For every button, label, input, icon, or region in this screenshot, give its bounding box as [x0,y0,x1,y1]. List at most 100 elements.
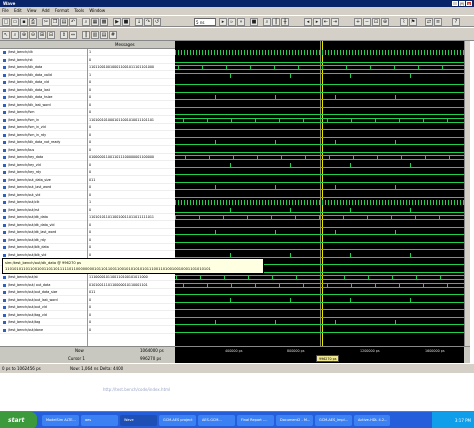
undo-icon[interactable]: ↶ [69,18,77,26]
menu-view[interactable]: View [27,8,37,13]
signal-name-row[interactable]: /test_bench/out/dk_last_word [0,229,87,236]
menu-file[interactable]: File [2,8,9,13]
close-button[interactable]: × [466,1,472,7]
signal-name-row[interactable]: /test_bench/out/tag_vld [0,312,87,319]
task-final-report[interactable]: Final Report -... [237,415,274,426]
signal-name-row[interactable]: /test_bench/blk_data_last [0,87,87,94]
signal-name-row[interactable]: /test_bench/rst [0,57,87,64]
find-icon[interactable]: ⌕ [82,18,90,26]
signal-name-row[interactable]: /test_bench/fsm_in_vld [0,124,87,131]
signal-name-row[interactable]: /test_bench/blk_data_vld [0,79,87,86]
print-icon[interactable]: ⎙ [29,18,37,26]
signal-name-row[interactable]: /test_bench/out/clk [0,199,87,206]
signal-name-row[interactable]: /test_bench/out/done [0,327,87,334]
task-wave[interactable]: Wave [120,415,157,426]
vertical-scrollbar[interactable] [464,41,470,363]
signal-name-row[interactable]: /test_bench/key_vld [0,162,87,169]
zoom-in-wave-icon[interactable]: ⊕ [20,31,28,39]
task-gcm-aes-impl[interactable]: GCM-AES_Impl... [315,415,352,426]
zoom-in-icon[interactable]: + [354,18,362,26]
prev-edge-icon[interactable]: ◂ [304,18,312,26]
task-gcm-aes-project[interactable]: GCM-AES project [159,415,196,426]
zoom-full-icon[interactable]: ⊡ [372,18,380,26]
dataflow-icon[interactable]: ⇄ [425,18,433,26]
signal-name-row[interactable]: /test_bench/out_last_word [0,184,87,191]
signal-name-row[interactable]: /test_bench/fsm_in_rdy [0,132,87,139]
group-icon[interactable]: ▥ [91,31,99,39]
task-active-hdl[interactable]: Active-HDL 4.2... [354,415,390,426]
task-aes-gcm[interactable]: AES-GCM... [198,415,235,426]
compile-icon[interactable]: ▦ [91,18,99,26]
signal-name-row[interactable]: /test_bench/key_data [0,154,87,161]
stop-icon[interactable]: ■ [250,18,258,26]
divider-icon[interactable]: ┃ [82,31,90,39]
compile-all-icon[interactable]: ▩ [100,18,108,26]
expand-icon[interactable]: ⇕ [60,31,68,39]
waveform-pane[interactable] [175,41,464,363]
paste-icon[interactable]: ▤ [60,18,68,26]
start-button[interactable]: start [0,412,37,428]
task-aes[interactable]: aes [81,415,118,426]
menu-add[interactable]: Add [42,8,50,13]
continue-icon[interactable]: ▹ [228,18,236,26]
signal-name-row[interactable]: /test_bench/blk_data_valid [0,72,87,79]
signal-name-row[interactable]: /test_bench/out/tag [0,319,87,326]
menu-window[interactable]: Window [89,8,105,13]
collapse-icon[interactable]: ⇔ [69,31,77,39]
copy-icon[interactable]: ❐ [51,18,59,26]
signal-name-row[interactable]: /test_bench/blk_data_hsize [0,94,87,101]
signal-name-row[interactable]: /test_bench/blk_data [0,64,87,71]
signal-name-row[interactable]: /test_bench/out/ out_data [0,282,87,289]
signal-name-row[interactable]: /test_bench/out/dk_data_vld [0,222,87,229]
break-icon[interactable]: ■ [122,18,130,26]
simulate-icon[interactable]: ▶ [113,18,121,26]
signal-name-row[interactable]: /test_bench/out/dk_data [0,214,87,221]
signal-name-row[interactable]: /test_bench/key_rdy [0,169,87,176]
save-icon[interactable]: ▪ [20,18,28,26]
help-icon[interactable]: ? [452,18,460,26]
zoom-cursor-icon[interactable]: ⊕ [381,18,389,26]
menu-tools[interactable]: Tools [74,8,84,13]
signal-name-row[interactable]: /test_bench/blk_last_word [0,102,87,109]
wave-format-icon[interactable]: ⌇ [400,18,408,26]
signal-name-row[interactable]: /test_bench/fsm_in [0,117,87,124]
minimize-button[interactable]: _ [452,1,458,7]
list-icon[interactable]: ≡ [434,18,442,26]
run-icon[interactable]: ▸ [219,18,227,26]
zoom-mode-icon[interactable]: ⌕ [11,31,19,39]
prev-transition-icon[interactable]: ⇤ [322,18,330,26]
cursor-time-flag[interactable]: 996270 ps [316,355,340,362]
signal-name-row[interactable]: /test_bench/out/rst [0,207,87,214]
signal-name-row[interactable]: /test_bench/out_vld [0,192,87,199]
step-icon[interactable]: ↓ [135,18,143,26]
maximize-button[interactable]: □ [459,1,465,7]
next-edge-icon[interactable]: ▸ [313,18,321,26]
run-length-input[interactable]: 5 ns [194,18,216,26]
zoom-out-icon[interactable]: − [363,18,371,26]
next-transition-icon[interactable]: ⇥ [331,18,339,26]
signal-name-row[interactable]: /test_bench/bus [0,147,87,154]
cut-icon[interactable]: ✂ [42,18,50,26]
signal-name-row[interactable]: /test_bench/fsm [0,109,87,116]
step-over-icon[interactable]: ↷ [144,18,152,26]
signal-name-row[interactable]: /test_bench/out/st [0,274,87,281]
new-file-icon[interactable]: □ [2,18,10,26]
open-folder-icon[interactable]: ▭ [11,18,19,26]
run-all-icon[interactable]: » [237,18,245,26]
signal-name-row[interactable]: /test_bench/out/out_last_word [0,297,87,304]
menu-format[interactable]: Format [55,8,69,13]
signal-name-row[interactable]: /test_bench/out_data_size [0,177,87,184]
signal-name-row[interactable]: /test_bench/out/blk_data [0,244,87,251]
find-wave-icon[interactable]: ⌕ [263,18,271,26]
task-modelsim[interactable]: ModelSim ALTE... [42,415,79,426]
task-document2[interactable]: Document2 - M... [276,415,313,426]
signal-name-row[interactable]: /test_bench/out/dk_rdy [0,237,87,244]
zoom-out-wave-icon[interactable]: ⊖ [29,31,37,39]
signal-name-row[interactable]: /test_bench/out/out_vld [0,304,87,311]
delete-cursor-icon[interactable]: ╂ [281,18,289,26]
signal-name-row[interactable]: /test_bench/blk_data_not_ready [0,139,87,146]
select-mode-icon[interactable]: ↖ [2,31,10,39]
zoom-last-icon[interactable]: ⊟ [47,31,55,39]
properties-icon[interactable]: ▤ [100,31,108,39]
insert-cursor-icon[interactable]: ┃ [272,18,280,26]
